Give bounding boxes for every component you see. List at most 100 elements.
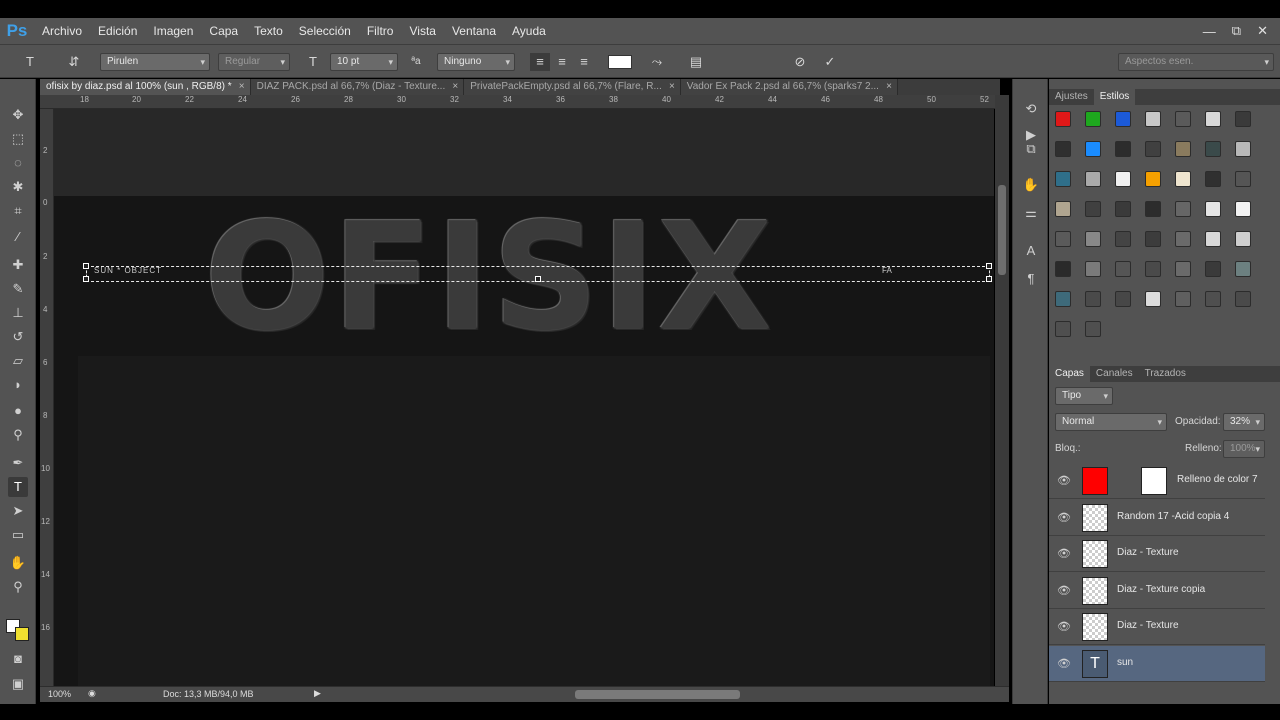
crop-tool-icon[interactable]: ⌗ bbox=[8, 201, 28, 221]
style-swatch[interactable] bbox=[1085, 261, 1101, 277]
style-swatch[interactable] bbox=[1235, 261, 1251, 277]
style-swatch[interactable] bbox=[1055, 111, 1071, 127]
style-swatch[interactable] bbox=[1115, 171, 1131, 187]
style-swatch[interactable] bbox=[1175, 291, 1191, 307]
marquee-tool-icon[interactable]: ⬚ bbox=[8, 129, 28, 149]
layer-name[interactable]: sun bbox=[1117, 657, 1133, 668]
tab-document[interactable]: Vador Ex Pack 2.psd al 66,7% (sparks7 2.… bbox=[680, 79, 898, 95]
style-swatch[interactable] bbox=[1085, 111, 1101, 127]
cancel-icon[interactable]: ⊘ bbox=[790, 53, 810, 71]
style-swatch[interactable] bbox=[1235, 141, 1251, 157]
rectangle-tool-icon[interactable]: ▭ bbox=[8, 525, 28, 545]
style-swatch[interactable] bbox=[1205, 231, 1221, 247]
layer-comps-icon[interactable]: ⧉ bbox=[1021, 139, 1041, 159]
type-tool-preset-icon[interactable]: T bbox=[20, 53, 40, 71]
vertical-scrollbar[interactable] bbox=[995, 95, 1009, 686]
status-menu-arrow-icon[interactable]: ▶ bbox=[314, 688, 321, 699]
align-right-icon[interactable]: ≡ bbox=[574, 53, 594, 71]
menu-archivo[interactable]: Archivo bbox=[34, 18, 90, 44]
style-swatch[interactable] bbox=[1055, 171, 1071, 187]
align-left-icon[interactable]: ≡ bbox=[530, 53, 550, 71]
style-swatch[interactable] bbox=[1205, 171, 1221, 187]
style-swatch[interactable] bbox=[1175, 111, 1191, 127]
path-selection-tool-icon[interactable]: ➤ bbox=[8, 501, 28, 521]
quick-mask-icon[interactable]: ◙ bbox=[8, 649, 28, 669]
layer-name[interactable]: Diaz - Texture bbox=[1117, 547, 1179, 558]
style-swatch[interactable] bbox=[1055, 321, 1071, 337]
style-swatch[interactable] bbox=[1235, 291, 1251, 307]
menu-seleccion[interactable]: Selección bbox=[291, 18, 359, 44]
style-swatch[interactable] bbox=[1175, 201, 1191, 217]
history-panel-icon[interactable]: ⟲ bbox=[1021, 99, 1041, 119]
style-swatch[interactable] bbox=[1085, 291, 1101, 307]
style-swatch[interactable] bbox=[1175, 231, 1191, 247]
tab-ajustes[interactable]: Ajustes bbox=[1049, 89, 1094, 105]
layer-name[interactable]: Diaz - Texture bbox=[1117, 620, 1179, 631]
layer-row[interactable]: 👁 Tsun bbox=[1049, 645, 1265, 682]
font-family-select[interactable]: Pirulen bbox=[100, 53, 210, 71]
history-brush-tool-icon[interactable]: ↺ bbox=[8, 327, 28, 347]
style-swatch[interactable] bbox=[1055, 261, 1071, 277]
style-swatch[interactable] bbox=[1055, 141, 1071, 157]
layer-filter-select[interactable]: Tipo bbox=[1055, 387, 1113, 405]
style-swatch[interactable] bbox=[1055, 201, 1071, 217]
font-size-select[interactable]: 10 pt bbox=[330, 53, 398, 71]
clone-stamp-tool-icon[interactable]: ⊥ bbox=[8, 303, 28, 323]
transform-handle[interactable] bbox=[535, 276, 541, 282]
visibility-eye-icon[interactable]: 👁 bbox=[1057, 511, 1071, 524]
style-swatch[interactable] bbox=[1145, 261, 1161, 277]
style-swatch[interactable] bbox=[1235, 201, 1251, 217]
brush-presets-icon[interactable]: ⚌ bbox=[1021, 203, 1041, 223]
visibility-eye-icon[interactable]: 👁 bbox=[1057, 474, 1071, 487]
transform-handle[interactable] bbox=[83, 263, 89, 269]
layer-row[interactable]: 👁 Diaz - Texture bbox=[1049, 609, 1265, 645]
visibility-eye-icon[interactable]: 👁 bbox=[1057, 547, 1071, 560]
scroll-thumb[interactable] bbox=[998, 185, 1006, 275]
zoom-tool-icon[interactable]: ⚲ bbox=[8, 577, 28, 597]
visibility-eye-icon[interactable]: 👁 bbox=[1057, 584, 1071, 597]
style-swatch[interactable] bbox=[1205, 261, 1221, 277]
menu-imagen[interactable]: Imagen bbox=[145, 18, 201, 44]
style-swatch[interactable] bbox=[1205, 291, 1221, 307]
style-swatch[interactable] bbox=[1055, 291, 1071, 307]
style-swatch[interactable] bbox=[1115, 111, 1131, 127]
move-tool-icon[interactable]: ✥ bbox=[8, 105, 28, 125]
eyedropper-tool-icon[interactable]: ⁄ bbox=[8, 227, 28, 247]
screen-mode-icon[interactable]: ▣ bbox=[8, 674, 28, 694]
style-swatch[interactable] bbox=[1115, 201, 1131, 217]
text-orientation-icon[interactable]: ⇵ bbox=[64, 53, 84, 71]
type-tool-icon[interactable]: T bbox=[8, 477, 28, 497]
hand-tool-icon[interactable]: ✋ bbox=[8, 553, 28, 573]
tab-document[interactable]: ofisix by diaz.psd al 100% (sun , RGB/8)… bbox=[40, 79, 251, 95]
layer-name[interactable]: Relleno de color 7 bbox=[1177, 474, 1258, 485]
brush-tool-icon[interactable]: ✎ bbox=[8, 279, 28, 299]
transform-handle[interactable] bbox=[986, 276, 992, 282]
antialias-select[interactable]: Ninguno bbox=[437, 53, 515, 71]
style-swatch[interactable] bbox=[1145, 141, 1161, 157]
dodge-tool-icon[interactable]: ⚲ bbox=[8, 425, 28, 445]
layer-row[interactable]: 👁 Diaz - Texture bbox=[1049, 536, 1265, 572]
style-swatch[interactable] bbox=[1085, 141, 1101, 157]
transform-handle[interactable] bbox=[986, 263, 992, 269]
layer-row[interactable]: 👁 Random 17 -Acid copia 4 bbox=[1049, 499, 1265, 536]
opacity-field[interactable]: 32% bbox=[1223, 413, 1265, 431]
background-color-swatch[interactable] bbox=[15, 627, 29, 641]
style-swatch[interactable] bbox=[1055, 231, 1071, 247]
style-swatch[interactable] bbox=[1205, 111, 1221, 127]
canvas-area[interactable]: OFISIX SUN * OBJECT FA bbox=[54, 109, 994, 686]
font-style-select[interactable]: Regular bbox=[218, 53, 290, 71]
style-swatch[interactable] bbox=[1145, 231, 1161, 247]
quick-selection-tool-icon[interactable]: ✱ bbox=[8, 177, 28, 197]
menu-capa[interactable]: Capa bbox=[201, 18, 246, 44]
menu-texto[interactable]: Texto bbox=[246, 18, 291, 44]
tab-close-icon[interactable]: × bbox=[886, 79, 892, 95]
warp-text-icon[interactable]: ⤳ bbox=[647, 53, 667, 71]
tab-close-icon[interactable]: × bbox=[239, 79, 245, 95]
lasso-tool-icon[interactable]: ◌ bbox=[8, 153, 28, 173]
style-swatch[interactable] bbox=[1085, 201, 1101, 217]
style-swatch[interactable] bbox=[1145, 171, 1161, 187]
menu-filtro[interactable]: Filtro bbox=[359, 18, 402, 44]
align-center-icon[interactable]: ≡ bbox=[552, 53, 572, 71]
style-swatch[interactable] bbox=[1145, 291, 1161, 307]
paint-bucket-tool-icon[interactable]: ◗ bbox=[8, 375, 28, 395]
